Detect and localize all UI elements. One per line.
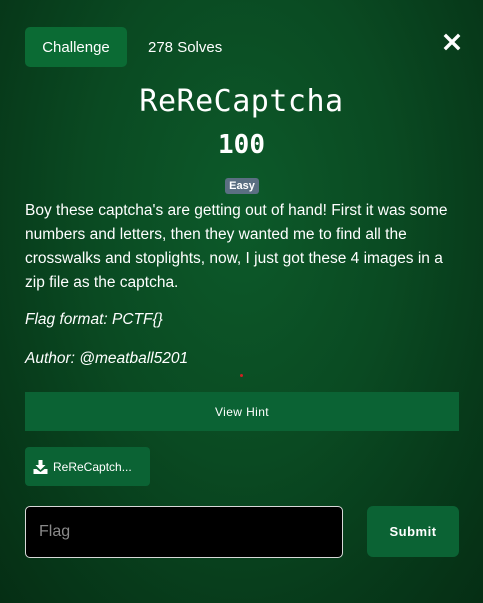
tab-challenge[interactable]: Challenge — [25, 27, 127, 67]
flag-input[interactable] — [25, 506, 343, 558]
submit-button[interactable]: Submit — [367, 506, 459, 557]
flag-format-text: Flag format: PCTF{} — [25, 311, 163, 328]
tab-solves[interactable]: 278 Solves — [138, 27, 232, 67]
challenge-points: 100 — [218, 130, 265, 160]
file-download-label: ReReCaptch... — [53, 459, 132, 474]
close-icon[interactable] — [440, 30, 464, 54]
challenge-modal: Challenge 278 Solves ReReCaptcha 100 Eas… — [0, 0, 483, 603]
view-hint-button[interactable]: View Hint — [25, 392, 459, 431]
challenge-title: ReReCaptcha — [139, 84, 344, 119]
challenge-description: Boy these captcha's are getting out of h… — [25, 202, 448, 291]
author-text: Author: @meatball5201 — [25, 350, 189, 367]
cursor-dot — [240, 374, 243, 377]
file-download-button[interactable]: ReReCaptch... — [25, 447, 150, 486]
difficulty-badge: Easy — [225, 178, 259, 194]
download-icon — [33, 459, 48, 474]
